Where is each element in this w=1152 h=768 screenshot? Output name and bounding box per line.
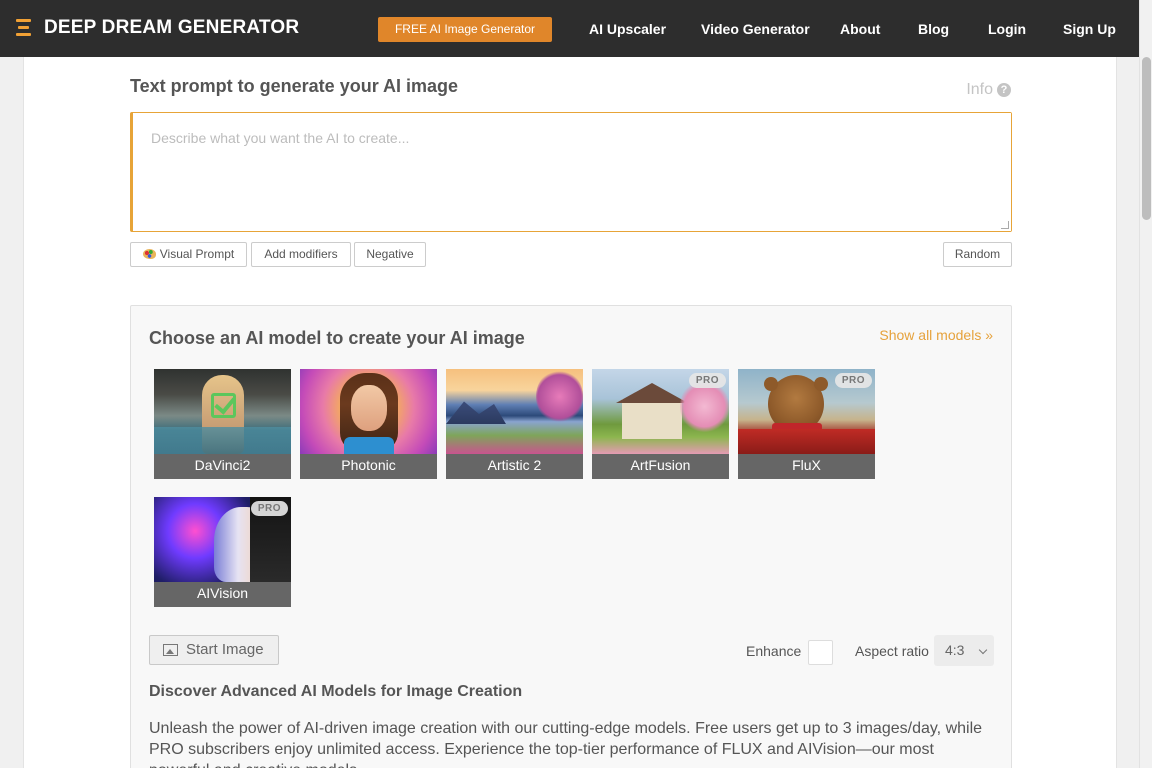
model-card-flux[interactable]: PRO FluX [738, 369, 875, 479]
prompt-section-title: Text prompt to generate your AI image [130, 76, 459, 96]
model-card-artistic-2[interactable]: Artistic 2 [446, 369, 583, 479]
nav-link-about[interactable]: About [840, 21, 880, 37]
model-name: ArtFusion [592, 454, 729, 479]
page-scrollbar[interactable] [1139, 0, 1152, 768]
prompt-textarea[interactable] [133, 113, 1011, 231]
model-selection-panel: Choose an AI model to create your AI ima… [130, 305, 1012, 768]
model-name: AIVision [154, 582, 291, 607]
selected-check-icon [211, 393, 236, 418]
nav-link-video-generator[interactable]: Video Generator [701, 21, 810, 37]
pro-badge: PRO [834, 373, 872, 388]
add-modifiers-button[interactable]: Add modifiers [251, 242, 351, 267]
model-name: Photonic [300, 454, 437, 479]
aspect-ratio-value: 4:3 [945, 642, 965, 658]
visual-prompt-label: Visual Prompt [159, 247, 235, 261]
model-section-title: Choose an AI model to create your AI ima… [149, 328, 525, 348]
nav-link-ai-upscaler[interactable]: AI Upscaler [589, 21, 666, 37]
hamburger-menu-icon[interactable] [16, 19, 31, 36]
model-name: FluX [738, 454, 875, 479]
enhance-label: Enhance [746, 643, 802, 659]
pro-badge: PRO [688, 373, 726, 388]
show-all-models-label: Show all models [879, 327, 982, 343]
enhance-checkbox[interactable] [808, 640, 833, 665]
discover-description: Unleash the power of AI-driven image cre… [149, 720, 983, 768]
model-card-photonic[interactable]: Photonic [300, 369, 437, 479]
start-image-button[interactable]: Start Image [149, 635, 279, 665]
image-icon [163, 644, 178, 656]
question-circle-icon: ? [997, 83, 1011, 97]
random-button[interactable]: Random [943, 242, 1012, 267]
info-link[interactable]: Info? [966, 81, 1011, 99]
discover-heading: Discover Advanced AI Models for Image Cr… [149, 683, 523, 700]
negative-button[interactable]: Negative [354, 242, 426, 267]
chevron-down-icon [978, 645, 988, 655]
scrollbar-thumb[interactable] [1142, 57, 1151, 220]
model-thumbnail [446, 369, 583, 454]
top-navbar: DEEP DREAM GENERATOR FREE AI Image Gener… [0, 0, 1152, 57]
palette-icon [142, 249, 156, 259]
nav-link-blog[interactable]: Blog [918, 21, 949, 37]
model-thumbnail [300, 369, 437, 454]
aspect-ratio-select[interactable]: 4:3 [934, 635, 994, 666]
info-label: Info [966, 81, 993, 98]
aspect-ratio-label: Aspect ratio [855, 643, 929, 659]
model-card-artfusion[interactable]: PRO ArtFusion [592, 369, 729, 479]
prompt-textarea-wrapper [130, 112, 1012, 232]
main-content: Text prompt to generate your AI image In… [23, 57, 1117, 768]
show-all-models-link[interactable]: Show all models » [879, 327, 993, 343]
double-chevron-down-icon: » [985, 327, 993, 343]
nav-link-sign-up[interactable]: Sign Up [1063, 21, 1116, 37]
brand-logo[interactable]: DEEP DREAM GENERATOR [44, 17, 299, 39]
model-name: Artistic 2 [446, 454, 583, 479]
model-card-aivision[interactable]: PRO AIVision [154, 497, 291, 607]
start-image-label: Start Image [186, 641, 264, 658]
visual-prompt-button[interactable]: Visual Prompt [130, 242, 247, 267]
model-name: DaVinci2 [154, 454, 291, 479]
pro-badge: PRO [250, 501, 288, 516]
free-ai-image-generator-button[interactable]: FREE AI Image Generator [378, 17, 552, 42]
resize-handle-icon[interactable] [1001, 221, 1009, 229]
nav-link-login[interactable]: Login [988, 21, 1026, 37]
model-card-davinci2[interactable]: DaVinci2 [154, 369, 291, 479]
